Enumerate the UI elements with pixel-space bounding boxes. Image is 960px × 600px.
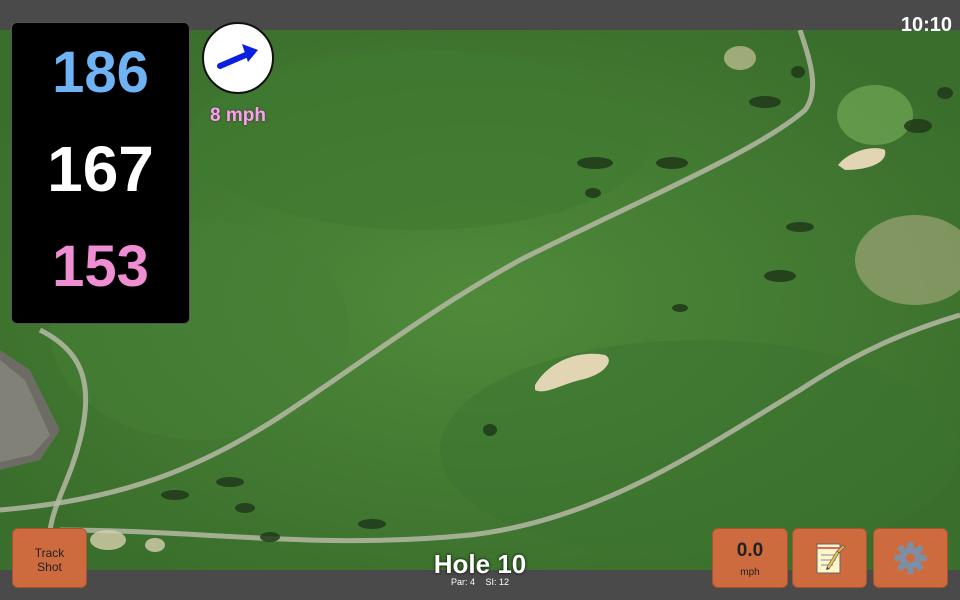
gear-icon [894,542,927,574]
track-shot-button[interactable]: Track Shot [12,528,87,588]
notes-button[interactable] [792,528,867,588]
hole-stroke-index: SI: 12 [485,577,510,587]
speed-button[interactable]: 0.0 mph [712,528,788,588]
wind-speed: 8 mph [210,105,266,126]
speed-unit: mph [740,567,760,578]
wind-arrow-icon [217,44,258,69]
hole-par: Par: 4 [450,577,475,587]
settings-button[interactable] [873,528,948,588]
wind-indicator [202,22,274,94]
track-shot-label: Track Shot [34,546,65,574]
hole-info: Par: 4 SI: 12 [380,577,580,587]
front-distance: 153 [52,234,149,299]
notepad-icon [816,543,846,574]
distance-panel: 186 167 153 [11,22,190,324]
back-distance: 186 [52,40,149,105]
speed-value: 0.0 [736,540,764,561]
clock: 10:10 [900,14,952,36]
center-distance: 167 [47,133,154,205]
hole-title: Hole 10 [433,549,527,579]
